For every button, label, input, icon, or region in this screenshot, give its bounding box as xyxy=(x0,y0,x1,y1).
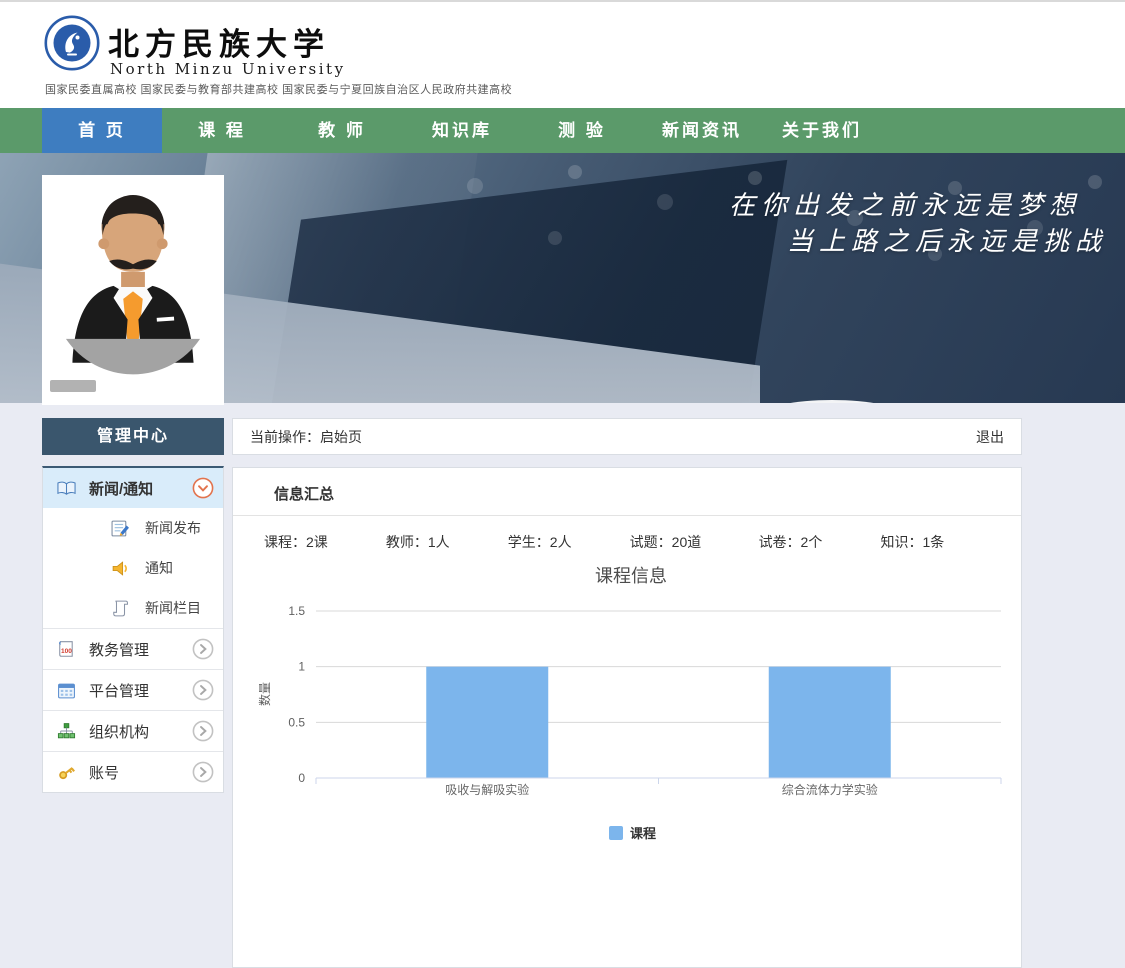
bar-综合流体力学实验[interactable] xyxy=(769,667,891,778)
nav-item-courses[interactable]: 课 程 xyxy=(162,108,282,153)
svg-text:1: 1 xyxy=(298,660,305,674)
main-nav: 首 页 课 程 教 师 知识库 测 验 新闻资讯 关于我们 xyxy=(0,108,1125,153)
news-publish-icon xyxy=(111,519,130,538)
nav-item-news[interactable]: 新闻资讯 xyxy=(642,108,762,153)
university-name-cn: 北方民族大学 xyxy=(108,19,330,64)
sidebar-item-label: 账号 xyxy=(89,762,119,783)
chevron-right-icon xyxy=(192,720,214,742)
key-icon xyxy=(57,763,76,782)
sidebar-item-news-publish[interactable]: 新闻发布 xyxy=(43,508,223,548)
sidebar-item-account[interactable]: 账号 xyxy=(43,751,223,792)
sidebar-item-academic-management[interactable]: 100 教务管理 xyxy=(43,628,223,669)
chart-ylabel: 数量 xyxy=(257,682,272,706)
chart-plot-area: 0 0.5 1 1.5 吸收与解吸实验 综合流体力学实验 xyxy=(288,604,1001,797)
sidebar-item-organization[interactable]: 组织机构 xyxy=(43,710,223,751)
university-name-en: North Minzu University xyxy=(110,60,346,78)
bar-吸收与解吸实验[interactable] xyxy=(426,667,548,778)
avatar-card xyxy=(42,175,224,405)
sidebar-item-label: 新闻栏目 xyxy=(145,598,201,618)
category-label: 综合流体力学实验 xyxy=(782,782,878,797)
chevron-right-icon xyxy=(192,679,214,701)
stat-questions: 试题：20道 xyxy=(630,532,755,552)
legend-label: 课程 xyxy=(630,826,656,841)
nav-item-tests[interactable]: 测 验 xyxy=(522,108,642,153)
legend-item-courses[interactable]: 课程 xyxy=(609,826,656,841)
sidebar-item-label: 教务管理 xyxy=(89,639,149,660)
grade-book-icon: 100 xyxy=(57,640,76,659)
site-header: 北方民族大学 North Minzu University 国家民委直属高校 国… xyxy=(0,0,1125,108)
svg-text:100: 100 xyxy=(61,647,72,654)
chevron-right-icon xyxy=(192,761,214,783)
calendar-grid-icon xyxy=(57,681,76,700)
scroll-icon xyxy=(111,599,130,618)
banner-slogan: 在你出发之前永远是梦想 当上路之后永远是挑战 xyxy=(729,187,1107,259)
stat-papers: 试卷：2个 xyxy=(759,532,877,552)
chevron-right-icon xyxy=(192,638,214,660)
stat-students: 学生：2人 xyxy=(508,532,626,552)
university-tagline: 国家民委直属高校 国家民委与教育部共建高校 国家民委与宁夏回族自治区人民政府共建… xyxy=(45,81,512,97)
sidebar-item-platform-management[interactable]: 平台管理 xyxy=(43,669,223,710)
svg-text:0.5: 0.5 xyxy=(288,715,305,729)
summary-panel: 信息汇总 课程：2课 教师：1人 学生：2人 试题：20道 试卷：2个 知识：1… xyxy=(232,467,1022,968)
stat-courses: 课程：2课 xyxy=(264,532,382,552)
summary-stats: 课程：2课 教师：1人 学生：2人 试题：20道 试卷：2个 知识：1条 xyxy=(233,516,1021,552)
chart-title: 课程信息 xyxy=(595,566,667,586)
current-operation: 当前操作：启始页 xyxy=(250,427,362,447)
banner-cup-rim xyxy=(763,400,901,403)
legend-swatch xyxy=(609,826,623,840)
chevron-down-icon xyxy=(192,477,214,499)
sidebar-item-news-notice[interactable]: 新闻/通知 xyxy=(43,468,223,508)
avatar-watermark xyxy=(50,380,96,392)
svg-text:0: 0 xyxy=(298,771,305,785)
university-logo xyxy=(44,15,100,71)
nav-item-home[interactable]: 首 页 xyxy=(42,108,162,153)
category-label: 吸收与解吸实验 xyxy=(445,782,529,797)
open-book-icon xyxy=(57,479,76,498)
avatar xyxy=(57,181,209,393)
sidebar-item-label: 新闻/通知 xyxy=(89,478,153,499)
page: 北方民族大学 North Minzu University 国家民委直属高校 国… xyxy=(0,0,1125,968)
nav-item-about[interactable]: 关于我们 xyxy=(762,108,882,153)
nav-item-knowledge-base[interactable]: 知识库 xyxy=(402,108,522,153)
course-chart: 课程信息 数量 0 0.5 1 1.5 吸收与解吸实验 综合流体力学实验 课程 xyxy=(233,558,1023,898)
banner-slogan-line1: 在你出发之前永远是梦想 xyxy=(729,187,1107,223)
nav-item-teachers[interactable]: 教 师 xyxy=(282,108,402,153)
sidebar-item-label: 通知 xyxy=(145,558,173,578)
banner-slogan-line2: 当上路之后永远是挑战 xyxy=(729,223,1107,259)
operation-toolbar: 当前操作：启始页 退出 xyxy=(232,418,1022,455)
banner-raindrops xyxy=(430,153,440,163)
sidebar-title: 管理中心 xyxy=(42,418,224,455)
svg-text:1.5: 1.5 xyxy=(288,604,305,618)
sidebar-item-label: 组织机构 xyxy=(89,721,149,742)
summary-title: 信息汇总 xyxy=(233,468,1021,516)
stat-teachers: 教师：1人 xyxy=(386,532,504,552)
stat-knowledge: 知识：1条 xyxy=(880,532,998,552)
logout-button[interactable]: 退出 xyxy=(976,427,1004,447)
org-chart-icon xyxy=(57,722,76,741)
sidebar-item-label: 新闻发布 xyxy=(145,518,201,538)
sidebar-item-news-column[interactable]: 新闻栏目 xyxy=(43,588,223,628)
sidebar-item-notice[interactable]: 通知 xyxy=(43,548,223,588)
admin-sidebar: 新闻/通知 新闻发布 通知 新闻栏目 100 xyxy=(42,466,224,793)
speaker-icon xyxy=(111,559,130,578)
sidebar-item-label: 平台管理 xyxy=(89,680,149,701)
